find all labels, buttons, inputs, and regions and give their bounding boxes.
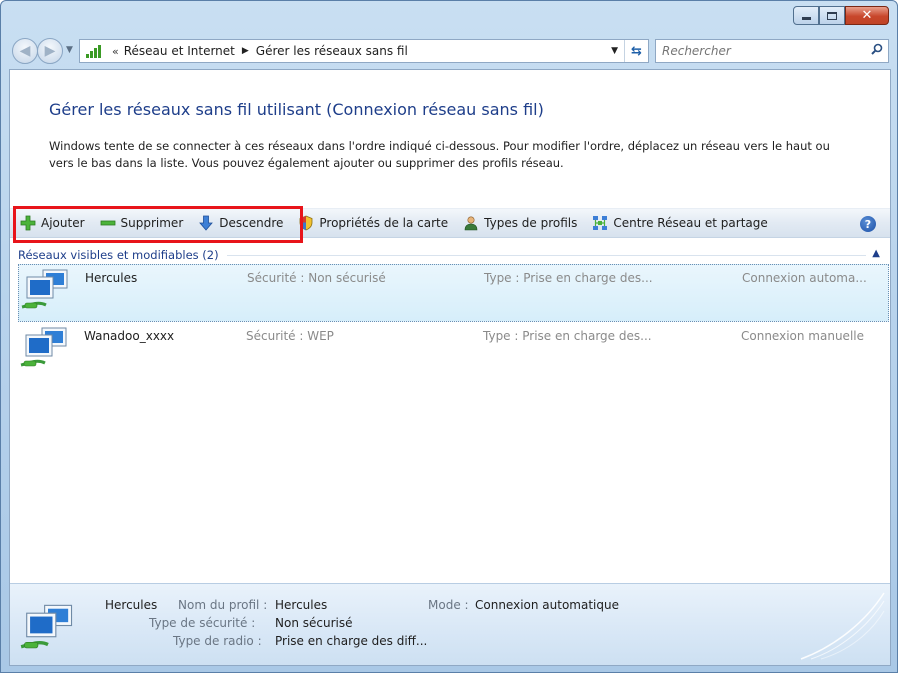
refresh-button[interactable]: ⇆ [624, 40, 648, 62]
search-input[interactable] [662, 44, 862, 58]
caption-buttons: ✕ [793, 6, 889, 25]
breadcrumb-overflow[interactable]: « [112, 45, 119, 58]
network-name: Hercules [85, 271, 138, 285]
group-header[interactable]: Réseaux visibles et modifiables (2) ▲ [10, 246, 890, 264]
refresh-icon: ⇆ [631, 43, 642, 59]
profile-types-label: Types de profils [484, 216, 578, 230]
network-center-icon [593, 216, 608, 230]
radio-type-value: Prise en charge des diff... [275, 634, 428, 648]
breadcrumb-network-internet[interactable]: Réseau et Internet [124, 44, 235, 58]
security-type-value: Non sécurisé [275, 616, 353, 630]
close-icon: ✕ [861, 8, 873, 23]
details-pane: Hercules Nom du profil : Hercules Mode :… [10, 583, 890, 665]
network-row[interactable]: Wanadoo_xxxx Sécurité : WEP Type : Prise… [18, 323, 889, 381]
decorative-swoosh [800, 592, 885, 660]
highlight-box [13, 206, 303, 243]
forward-arrow-icon: ▶ [44, 43, 56, 59]
network-name: Wanadoo_xxxx [84, 329, 175, 343]
network-mode: Connexion automa... [742, 271, 867, 285]
recent-pages-dropdown[interactable]: ▼ [66, 45, 73, 55]
network-center-button[interactable]: Centre Réseau et partage [592, 215, 768, 231]
radio-type-label: Type de radio : [173, 634, 262, 648]
wireless-network-icon [20, 327, 67, 367]
details-network-name: Hercules [105, 598, 158, 612]
network-type: Type : Prise en charge des... [484, 271, 653, 285]
back-button[interactable]: ◀ [12, 38, 38, 64]
network-security: Sécurité : Non sécurisé [247, 271, 386, 285]
network-center-label: Centre Réseau et partage [613, 216, 768, 230]
close-button[interactable]: ✕ [845, 6, 889, 25]
page-description: Windows tente de se connecter à ces rése… [49, 139, 830, 170]
minimize-icon [801, 17, 811, 20]
back-arrow-icon: ◀ [19, 43, 31, 59]
search-icon[interactable] [871, 43, 883, 55]
address-dropdown-icon[interactable]: ▼ [611, 46, 618, 56]
network-row[interactable]: Hercules Sécurité : Non sécurisé Type : … [18, 264, 889, 322]
breadcrumb-manage-wireless[interactable]: Gérer les réseaux sans fil [256, 44, 408, 58]
security-type-label: Type de sécurité : [149, 616, 256, 630]
group-divider [226, 254, 866, 256]
page-title: Gérer les réseaux sans fil utilisant (Co… [49, 100, 544, 119]
navigation-bar: ◀ ▶ ▼ « Réseau et Internet ▶ Gérer les r… [9, 37, 889, 65]
network-signal-icon [85, 43, 103, 59]
wireless-network-icon [21, 269, 68, 309]
wireless-network-icon [20, 604, 73, 649]
forward-button[interactable]: ▶ [37, 38, 63, 64]
collapse-chevron-icon[interactable]: ▲ [872, 248, 880, 259]
network-type: Type : Prise en charge des... [483, 329, 652, 343]
search-box[interactable] [655, 39, 889, 63]
mode-label: Mode : [428, 598, 469, 612]
breadcrumb-separator-icon[interactable]: ▶ [242, 46, 249, 56]
user-icon [464, 216, 478, 231]
maximize-icon [827, 11, 837, 20]
profile-name-value: Hercules [275, 598, 328, 612]
adapter-properties-button[interactable]: Propriétés de la carte [298, 215, 448, 231]
group-label: Réseaux visibles et modifiables (2) [18, 248, 219, 262]
content-pane: Gérer les réseaux sans fil utilisant (Co… [9, 69, 891, 666]
window: ✕ ◀ ▶ ▼ « Réseau et Internet ▶ Gérer les… [0, 0, 898, 673]
minimize-button[interactable] [793, 6, 819, 25]
mode-value: Connexion automatique [475, 598, 619, 612]
network-security: Sécurité : WEP [246, 329, 334, 343]
network-mode: Connexion manuelle [741, 329, 864, 343]
profile-types-button[interactable]: Types de profils [463, 215, 577, 231]
help-icon[interactable]: ? [860, 216, 876, 232]
adapter-properties-label: Propriétés de la carte [319, 216, 449, 230]
maximize-button[interactable] [819, 6, 845, 25]
profile-name-label: Nom du profil : [178, 598, 268, 612]
address-bar[interactable]: « Réseau et Internet ▶ Gérer les réseaux… [79, 39, 649, 63]
